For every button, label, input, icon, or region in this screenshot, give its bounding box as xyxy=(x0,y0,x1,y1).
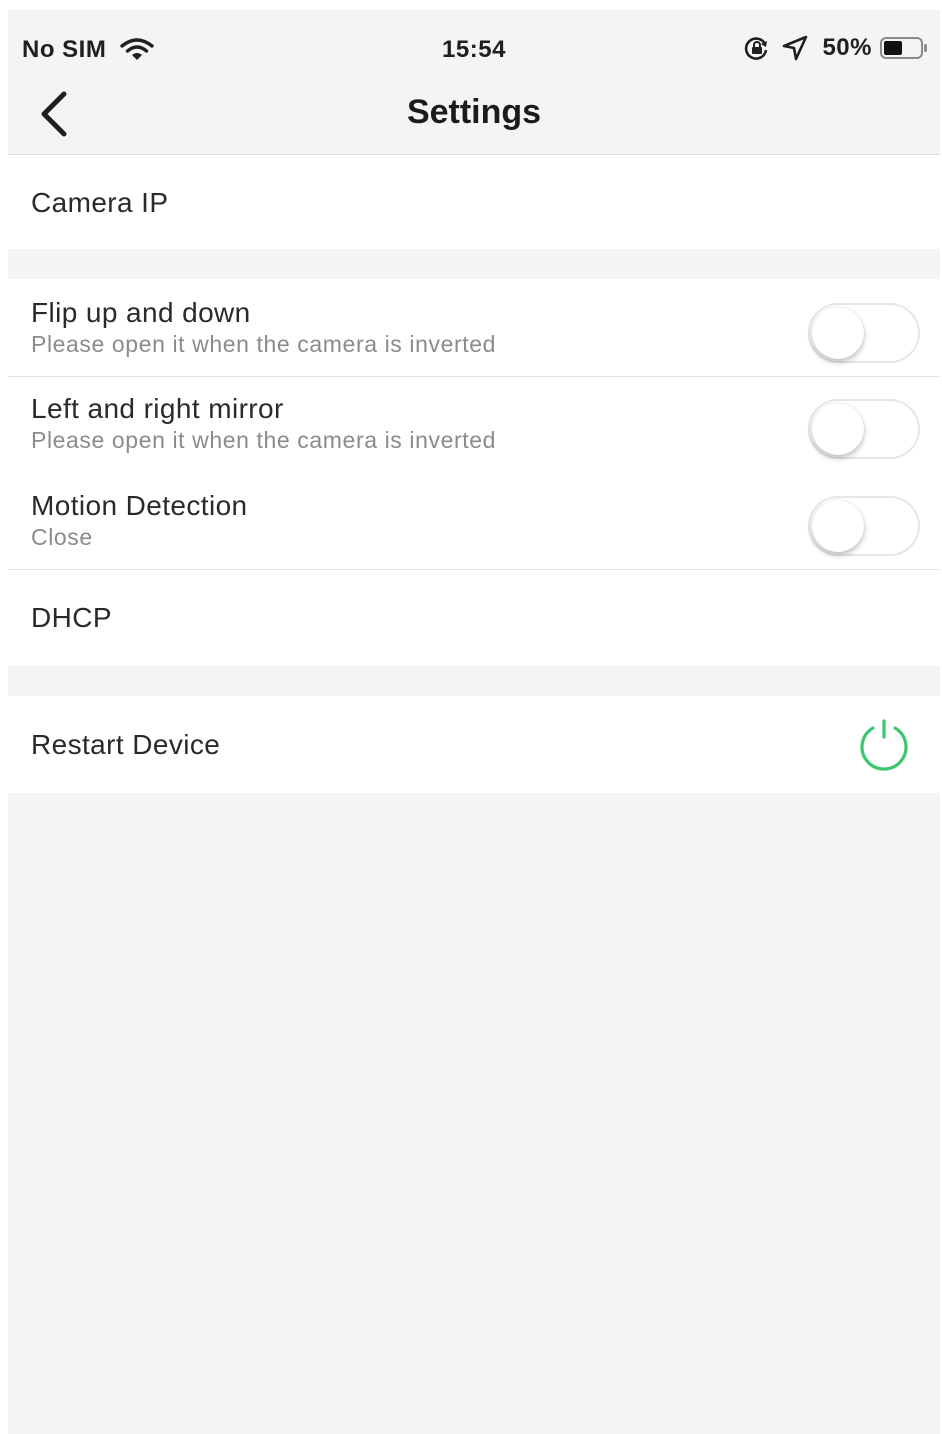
dhcp-label: DHCP xyxy=(31,602,112,633)
page-title: Settings xyxy=(406,93,542,131)
row-camera-ip[interactable]: Camera IP xyxy=(8,155,940,249)
row-mirror: Left and right mirror Please open it whe… xyxy=(8,377,940,474)
toggle-knob xyxy=(812,403,864,455)
row-dhcp[interactable]: DHCP xyxy=(8,570,940,666)
toggle-knob xyxy=(812,307,864,359)
row-restart-device[interactable]: Restart Device xyxy=(8,696,940,793)
status-right: 50% xyxy=(744,34,928,62)
row-motion-detection: Motion Detection Close xyxy=(8,474,940,570)
motion-subtitle: Close xyxy=(31,524,93,550)
group-restart: Restart Device xyxy=(8,696,940,793)
motion-label: Motion Detection xyxy=(31,490,248,521)
battery-percent: 50% xyxy=(822,34,872,61)
flip-toggle[interactable] xyxy=(808,303,920,363)
battery-icon xyxy=(880,36,928,60)
group-camera-ip: Camera IP xyxy=(8,155,940,249)
mirror-subtitle: Please open it when the camera is invert… xyxy=(31,427,497,453)
toggle-knob xyxy=(812,500,864,552)
motion-toggle[interactable] xyxy=(808,496,920,556)
orientation-lock-icon xyxy=(744,35,770,61)
restart-power-button[interactable] xyxy=(854,718,914,774)
settings-screen: No SIM 15:54 50% Settings Camera IP Flip… xyxy=(8,10,940,1434)
mirror-label: Left and right mirror xyxy=(31,393,284,424)
location-arrow-icon xyxy=(782,35,808,61)
flip-label: Flip up and down xyxy=(31,297,251,328)
restart-label: Restart Device xyxy=(31,729,221,760)
power-icon xyxy=(860,719,908,771)
flip-subtitle: Please open it when the camera is invert… xyxy=(31,331,497,357)
navigation-bar: Settings xyxy=(8,76,940,155)
row-flip: Flip up and down Please open it when the… xyxy=(8,279,940,377)
group-camera-options: Flip up and down Please open it when the… xyxy=(8,279,940,666)
camera-ip-label: Camera IP xyxy=(31,187,169,218)
mirror-toggle[interactable] xyxy=(808,399,920,459)
